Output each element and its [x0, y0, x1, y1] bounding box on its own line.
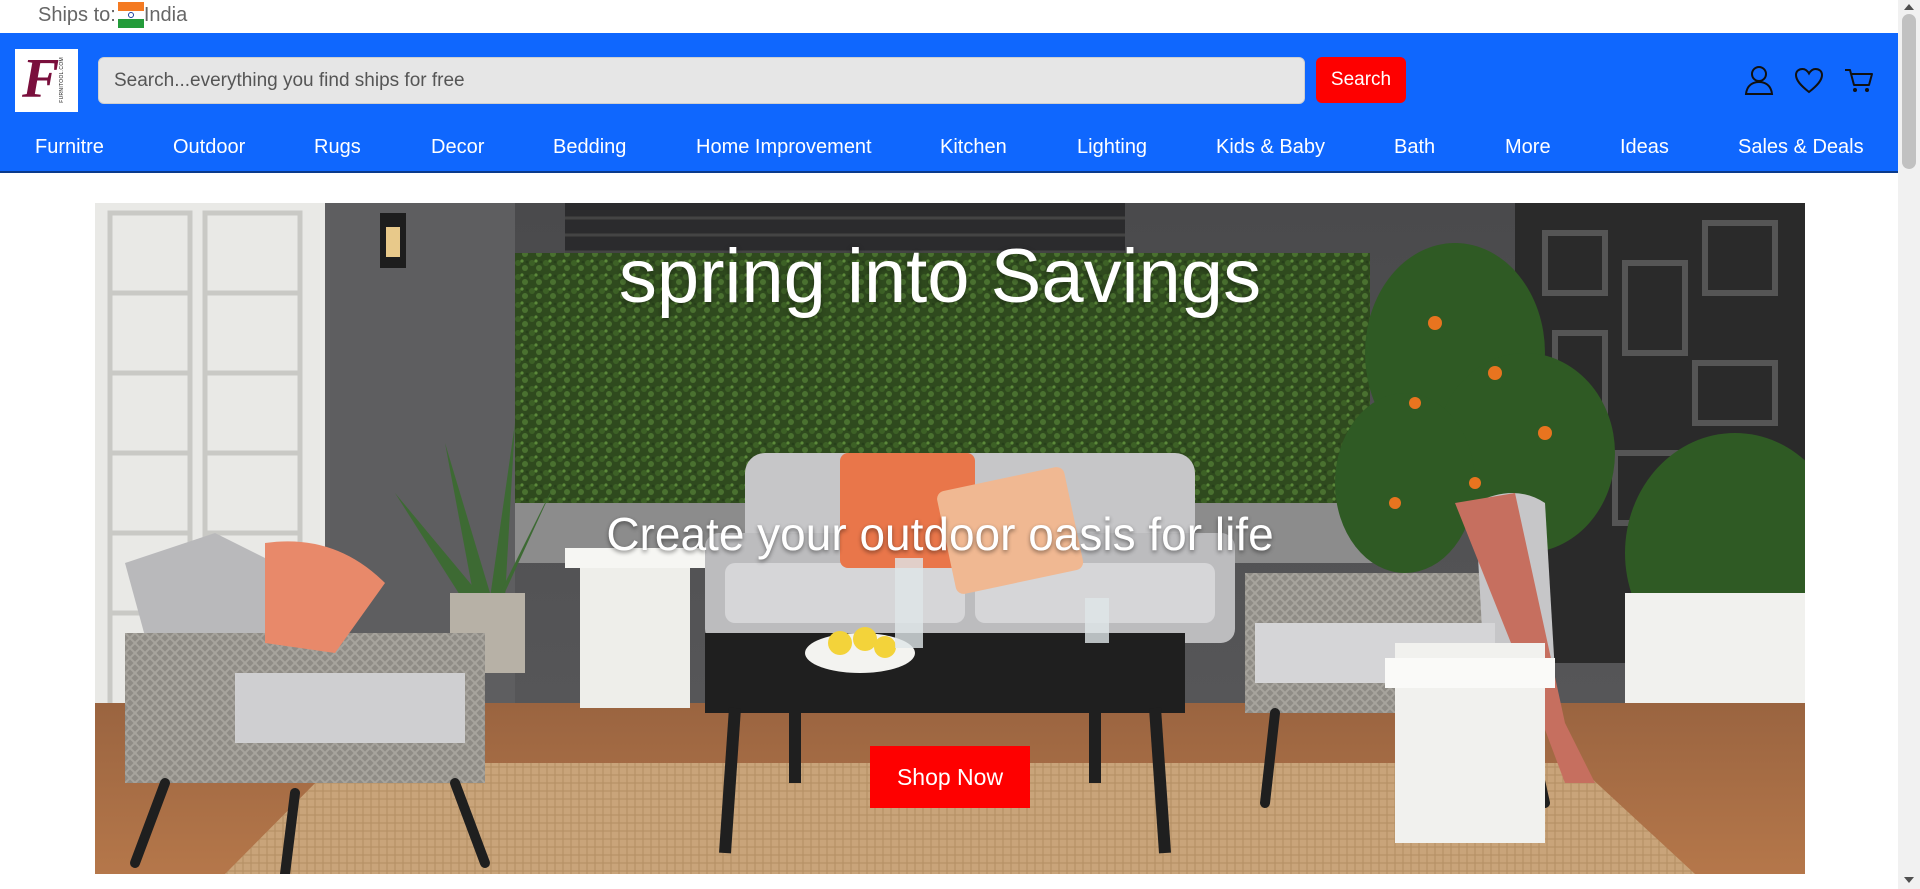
- ships-to[interactable]: Ships to: India: [38, 2, 187, 28]
- heart-icon[interactable]: [1792, 63, 1826, 97]
- logo-text: FURNITOOL.COM: [59, 57, 65, 103]
- site-logo[interactable]: F FURNITOOL.COM: [15, 48, 78, 112]
- nav-item-sales-deals[interactable]: Sales & Deals: [1738, 136, 1864, 159]
- nav-item-decor[interactable]: Decor: [431, 136, 484, 159]
- hero-title-text: spring into Savings: [618, 234, 1262, 319]
- ships-to-bar: Ships to: India: [0, 0, 1898, 33]
- logo-letter: F: [22, 48, 60, 110]
- nav-item-ideas[interactable]: Ideas: [1620, 136, 1669, 159]
- nav-item-home-improvement[interactable]: Home Improvement: [696, 136, 872, 159]
- nav-item-bath[interactable]: Bath: [1394, 136, 1435, 159]
- search-button[interactable]: Search: [1316, 57, 1406, 103]
- india-flag-icon: [117, 2, 144, 28]
- search-box: [98, 57, 1305, 104]
- shop-now-button[interactable]: Shop Now: [870, 746, 1030, 808]
- scroll-up-arrow-icon[interactable]: [1904, 4, 1914, 10]
- nav-item-kitchen[interactable]: Kitchen: [940, 136, 1007, 159]
- category-nav: Furnitre Outdoor Rugs Decor Bedding Home…: [0, 128, 1898, 173]
- nav-item-more[interactable]: More: [1505, 136, 1551, 159]
- nav-item-furnitre[interactable]: Furnitre: [35, 136, 104, 159]
- nav-item-kids-baby[interactable]: Kids & Baby: [1216, 136, 1325, 159]
- nav-item-rugs[interactable]: Rugs: [314, 136, 361, 159]
- cart-icon[interactable]: [1842, 63, 1876, 97]
- scroll-thumb[interactable]: [1902, 14, 1916, 169]
- nav-item-bedding[interactable]: Bedding: [553, 136, 626, 159]
- site-header: F FURNITOOL.COM Search: [0, 33, 1898, 128]
- hero-banner: spring into Savings Create your outdoor …: [95, 203, 1805, 874]
- search-input[interactable]: [99, 58, 1304, 103]
- scroll-down-arrow-icon[interactable]: [1904, 877, 1914, 883]
- hero-subtitle: Create your outdoor oasis for life: [95, 507, 1805, 561]
- nav-item-outdoor[interactable]: Outdoor: [173, 136, 245, 159]
- nav-item-lighting[interactable]: Lighting: [1077, 136, 1147, 159]
- user-icon[interactable]: [1742, 63, 1776, 97]
- hero-title: spring into Savings: [95, 233, 1805, 320]
- ships-to-country: India: [143, 3, 188, 26]
- page-scrollbar[interactable]: [1898, 0, 1920, 889]
- ships-to-label: Ships to:: [38, 3, 116, 26]
- hero-subtitle-text: Create your outdoor oasis for life: [606, 508, 1274, 560]
